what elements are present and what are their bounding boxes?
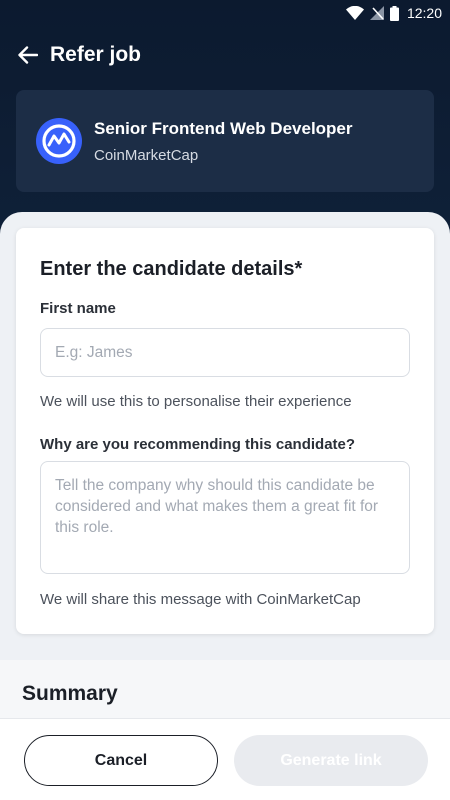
no-signal-icon — [369, 6, 384, 20]
page-title: Refer job — [50, 43, 142, 66]
company-name: CoinMarketCap — [94, 146, 199, 164]
reason-textarea[interactable] — [40, 461, 410, 574]
arrow-left-icon — [18, 46, 38, 64]
reason-label: Why are you recommending this candidate? — [40, 436, 356, 453]
summary-title: Summary — [22, 682, 118, 705]
battery-icon — [389, 5, 399, 21]
job-card: Senior Frontend Web Developer CoinMarket… — [16, 90, 434, 192]
summary-section: Summary — [0, 660, 450, 720]
generate-link-button[interactable]: Generate link — [234, 735, 428, 786]
form-heading: Enter the candidate details* — [40, 258, 303, 280]
bottom-action-bar: Cancel Generate link — [0, 718, 450, 800]
status-time: 12:20 — [406, 5, 442, 21]
status-bar: 12:20 — [0, 0, 450, 26]
reason-helper: We will share this message with CoinMark… — [40, 591, 361, 608]
wifi-icon — [345, 6, 364, 20]
first-name-input[interactable] — [40, 328, 410, 377]
first-name-label: First name — [40, 300, 116, 317]
job-title: Senior Frontend Web Developer — [94, 118, 353, 138]
coinmarketcap-logo — [36, 118, 82, 164]
back-button[interactable] — [16, 43, 40, 67]
candidate-form-card: Enter the candidate details* First name … — [16, 228, 434, 634]
app-bar: Refer job — [0, 36, 450, 74]
cancel-button[interactable]: Cancel — [24, 735, 218, 786]
first-name-helper: We will use this to personalise their ex… — [40, 393, 352, 410]
